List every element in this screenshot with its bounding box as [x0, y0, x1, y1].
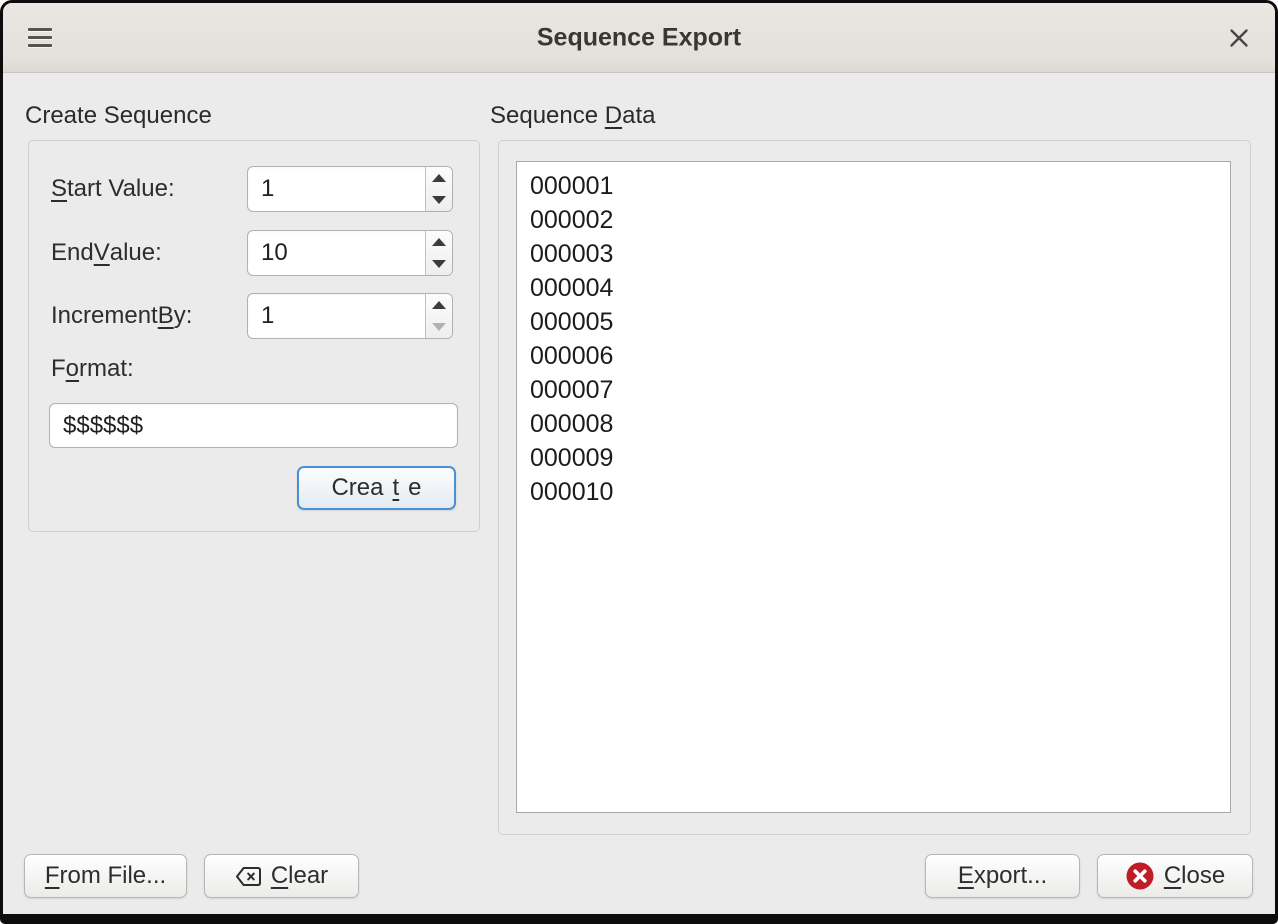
hamburger-icon [28, 36, 52, 39]
close-icon [1226, 25, 1252, 51]
format-label: Format: [51, 349, 134, 389]
dialog-content: Create Sequence Sequence Data Start Valu… [3, 73, 1275, 914]
arrow-down-icon [432, 260, 446, 268]
start-value-spinbox [247, 166, 453, 212]
sequence-line: 000007 [530, 373, 1217, 407]
close-circle-icon [1125, 861, 1155, 891]
sequence-line: 000005 [530, 305, 1217, 339]
end-value-increment-button[interactable] [426, 231, 452, 253]
hamburger-icon [28, 28, 52, 31]
start-value-decrement-button[interactable] [426, 189, 452, 211]
increment-by-input[interactable] [248, 294, 425, 338]
sequence-export-dialog: Sequence Export Create Sequence Sequence… [0, 0, 1278, 924]
sequence-line: 000001 [530, 169, 1217, 203]
arrow-up-icon [432, 174, 446, 182]
close-button[interactable]: Close [1097, 854, 1253, 898]
backspace-icon [235, 866, 262, 887]
window-close-button[interactable] [1221, 20, 1257, 56]
increment-by-label: Increment By: [51, 293, 192, 339]
start-value-spin-buttons [425, 167, 452, 211]
menu-button[interactable] [23, 22, 57, 54]
arrow-up-icon [432, 301, 446, 309]
clear-button[interactable]: Clear [204, 854, 359, 898]
end-value-decrement-button[interactable] [426, 253, 452, 275]
increment-by-spinbox [247, 293, 453, 339]
end-value-input[interactable] [248, 231, 425, 275]
arrow-down-icon [432, 196, 446, 204]
start-value-input[interactable] [248, 167, 425, 211]
sequence-line: 000004 [530, 271, 1217, 305]
increment-by-decrement-button [426, 316, 452, 338]
sequence-line: 000009 [530, 441, 1217, 475]
from-file-button[interactable]: From File... [24, 854, 187, 898]
sequence-data-heading: Sequence Data [490, 102, 655, 130]
start-value-increment-button[interactable] [426, 167, 452, 189]
titlebar: Sequence Export [3, 3, 1275, 73]
arrow-down-icon [432, 323, 446, 331]
sequence-line: 000006 [530, 339, 1217, 373]
increment-by-increment-button[interactable] [426, 294, 452, 316]
end-value-spinbox [247, 230, 453, 276]
end-value-label: End Value: [51, 230, 162, 276]
create-sequence-group: Start Value: End Value: Increment By: [28, 140, 480, 532]
sequence-line: 000003 [530, 237, 1217, 271]
sequence-line: 000008 [530, 407, 1217, 441]
end-value-spin-buttons [425, 231, 452, 275]
start-value-label: Start Value: [51, 166, 175, 212]
sequence-line: 000010 [530, 475, 1217, 509]
create-button[interactable]: Create [297, 466, 456, 510]
export-button[interactable]: Export... [925, 854, 1080, 898]
create-sequence-heading: Create Sequence [25, 102, 212, 130]
window-title: Sequence Export [537, 23, 741, 52]
arrow-up-icon [432, 238, 446, 246]
sequence-data-group: 0000010000020000030000040000050000060000… [498, 140, 1251, 835]
hamburger-icon [28, 44, 52, 47]
sequence-line: 000002 [530, 203, 1217, 237]
sequence-data-text[interactable]: 0000010000020000030000040000050000060000… [516, 161, 1231, 813]
format-input[interactable] [49, 403, 458, 448]
increment-by-spin-buttons [425, 294, 452, 338]
create-sequence-heading-label: Create Sequence [25, 102, 212, 129]
